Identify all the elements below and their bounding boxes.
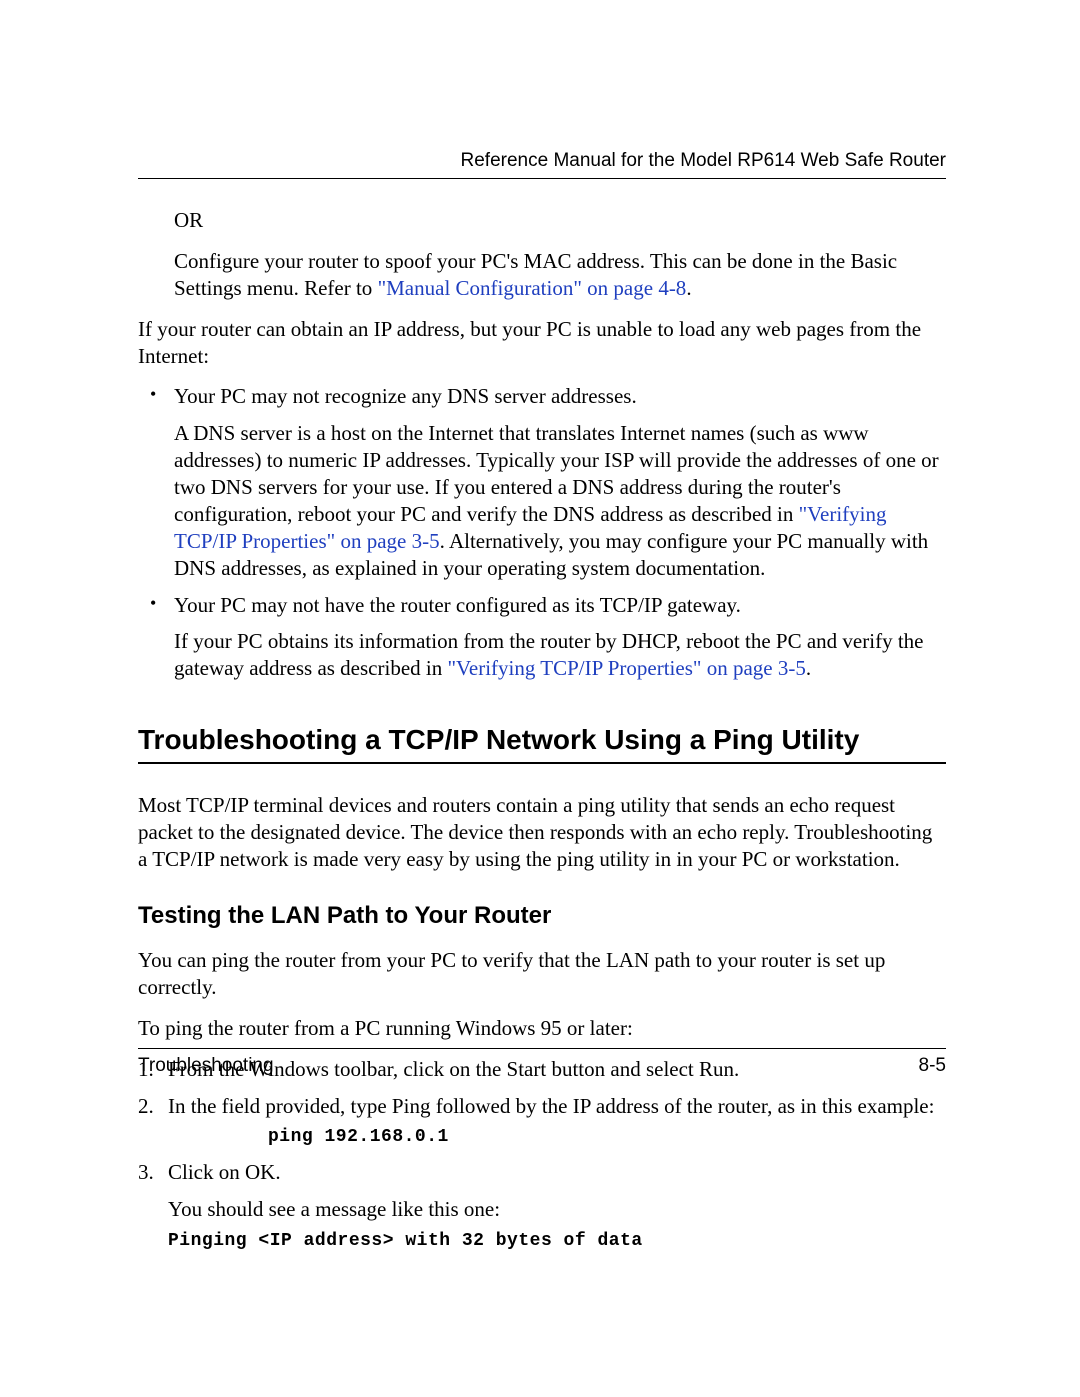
section-heading: Troubleshooting a TCP/IP Network Using a… — [138, 722, 946, 758]
section-rule — [138, 762, 946, 764]
subsection-para: You can ping the router from your PC to … — [138, 947, 946, 1001]
code-sample: ping 192.168.0.1 — [268, 1126, 946, 1149]
spoof-text-post: . — [686, 276, 691, 300]
footer-section: Troubleshooting — [138, 1055, 274, 1077]
bullet-body: If your PC obtains its information from … — [174, 628, 946, 682]
header-rule — [138, 178, 946, 179]
or-label: OR — [174, 207, 946, 234]
spoof-paragraph: Configure your router to spoof your PC's… — [174, 248, 946, 302]
bullet-lead: Your PC may not recognize any DNS server… — [174, 383, 946, 410]
step-item: In the field provided, type Ping followe… — [138, 1093, 946, 1149]
step-text: In the field provided, type Ping followe… — [168, 1094, 934, 1118]
ip-intro-paragraph: If your router can obtain an IP address,… — [138, 316, 946, 370]
list-item: Your PC may not have the router configur… — [138, 592, 946, 683]
bullet-lead: Your PC may not have the router configur… — [174, 592, 946, 619]
section-intro: Most TCP/IP terminal devices and routers… — [138, 792, 946, 873]
steps-list: From the Windows toolbar, click on the S… — [138, 1056, 946, 1254]
verify-tcpip-link[interactable]: "Verifying TCP/IP Properties" on page 3-… — [447, 656, 805, 680]
manual-config-link[interactable]: "Manual Configuration" on page 4-8 — [378, 276, 687, 300]
subsection-heading: Testing the LAN Path to Your Router — [138, 901, 946, 932]
code-sample: Pinging <IP address> with 32 bytes of da… — [168, 1230, 946, 1253]
list-item: Your PC may not recognize any DNS server… — [138, 383, 946, 581]
step-item: Click on OK. You should see a message li… — [138, 1159, 946, 1254]
bullet-body: A DNS server is a host on the Internet t… — [174, 420, 946, 581]
footer-rule — [138, 1048, 946, 1049]
troubleshoot-list: Your PC may not recognize any DNS server… — [138, 383, 946, 682]
document-page: Reference Manual for the Model RP614 Web… — [0, 0, 1080, 1397]
step-text: Click on OK. — [168, 1160, 281, 1184]
footer-page-number: 8-5 — [919, 1055, 946, 1077]
subsection-para: To ping the router from a PC running Win… — [138, 1015, 946, 1042]
running-header: Reference Manual for the Model RP614 Web… — [138, 150, 946, 172]
body-content: OR Configure your router to spoof your P… — [138, 207, 946, 1253]
page-footer: Troubleshooting 8-5 — [138, 1048, 946, 1077]
step-body: You should see a message like this one: — [168, 1196, 946, 1223]
bullet2-body-post: . — [806, 656, 811, 680]
